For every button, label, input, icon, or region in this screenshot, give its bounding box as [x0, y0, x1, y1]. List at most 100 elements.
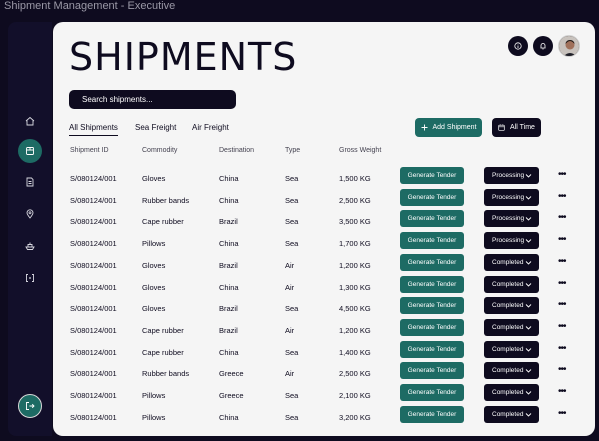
tab-all-shipments[interactable]: All Shipments — [69, 123, 118, 136]
time-filter-label: All Time — [510, 124, 535, 131]
cell-weight: 1,300 KG — [339, 282, 371, 292]
table-row: S/080124/001 Pillows China Sea 3,200 KG … — [53, 405, 595, 428]
cell-weight: 3,200 KG — [339, 412, 371, 422]
status-dropdown[interactable]: Processing — [484, 188, 539, 206]
status-dropdown[interactable]: Processing — [484, 167, 539, 184]
status-dropdown[interactable]: Completed — [484, 362, 539, 380]
status-label: Completed — [492, 345, 524, 353]
status-dropdown[interactable]: Completed — [484, 340, 539, 358]
sidebar-item-shipments[interactable] — [18, 139, 42, 163]
status-label: Completed — [492, 258, 524, 266]
cell-type: Air — [285, 260, 295, 270]
cell-shipment-id: S/080124/001 — [70, 282, 117, 292]
cell-destination: Brazil — [219, 260, 238, 270]
status-label: Completed — [492, 323, 524, 331]
table-row: S/080124/001 Gloves Brazil Sea 4,500 KG … — [53, 297, 595, 319]
chevron-down-icon — [525, 304, 532, 308]
column-header-weight: Gross Weight — [339, 147, 382, 154]
generate-tender-button[interactable]: Generate Tender — [400, 405, 464, 423]
generate-tender-button[interactable]: Generate Tender — [400, 188, 464, 206]
status-dropdown[interactable]: Processing — [484, 210, 539, 228]
cell-shipment-id: S/080124/001 — [70, 347, 117, 357]
cell-type: Sea — [285, 304, 299, 314]
status-dropdown[interactable]: Completed — [484, 318, 539, 336]
more-options-button[interactable]: ••• — [558, 235, 566, 245]
table-row: S/080124/001 Pillows China Sea 1,700 KG … — [53, 232, 595, 254]
status-dropdown[interactable]: Completed — [484, 384, 539, 401]
user-avatar[interactable] — [558, 35, 580, 57]
cell-weight: 3,500 KG — [339, 217, 371, 227]
chevron-down-icon — [525, 174, 532, 178]
sidebar-item-ships[interactable] — [20, 236, 40, 256]
status-label: Completed — [492, 389, 524, 396]
status-dropdown[interactable]: Completed — [484, 253, 539, 271]
more-options-button[interactable]: ••• — [558, 387, 566, 397]
cell-commodity: Gloves — [142, 174, 166, 183]
tab-air-freight[interactable]: Air Freight — [192, 123, 229, 133]
cell-shipment-id: S/080124/001 — [70, 412, 117, 422]
cell-shipment-id: S/080124/001 — [70, 239, 117, 249]
generate-tender-button[interactable]: Generate Tender — [400, 318, 464, 336]
sidebar-item-home[interactable] — [20, 111, 40, 131]
logout-button[interactable] — [18, 394, 42, 418]
status-dropdown[interactable]: Completed — [484, 405, 539, 423]
cell-commodity: Rubber bands — [142, 369, 190, 379]
cell-commodity: Pillows — [142, 239, 166, 249]
generate-tender-button[interactable]: Generate Tender — [400, 210, 464, 228]
cell-type: Sea — [285, 174, 299, 183]
avatar-portrait — [559, 36, 579, 56]
bell-icon — [540, 43, 546, 50]
more-options-button[interactable]: ••• — [558, 300, 566, 310]
more-options-button[interactable]: ••• — [558, 191, 566, 202]
status-dropdown[interactable]: Processing — [484, 232, 539, 250]
cell-commodity: Gloves — [142, 304, 166, 314]
status-label: Processing — [492, 215, 525, 223]
cell-type: Sea — [285, 239, 299, 249]
cell-destination: Greece — [219, 391, 244, 400]
sidebar-item-documents[interactable] — [20, 172, 40, 192]
scan-icon — [26, 274, 34, 282]
sidebar-item-locations[interactable] — [20, 204, 40, 224]
table-row: S/080124/001 Pillows Greece Sea 2,100 KG… — [53, 384, 595, 406]
sidebar-item-scan[interactable] — [20, 268, 40, 288]
status-label: Processing — [492, 172, 525, 179]
logout-icon — [26, 402, 35, 410]
generate-tender-button[interactable]: Generate Tender — [400, 362, 464, 380]
search-input[interactable] — [69, 90, 236, 109]
time-filter-button[interactable]: All Time — [492, 118, 541, 137]
more-options-button[interactable]: ••• — [558, 408, 566, 419]
tab-sea-freight[interactable]: Sea Freight — [135, 123, 176, 133]
cell-destination: China — [219, 239, 239, 249]
generate-tender-button[interactable]: Generate Tender — [400, 253, 464, 271]
notifications-button[interactable] — [533, 36, 553, 56]
chevron-down-icon — [525, 195, 532, 200]
generate-tender-button[interactable]: Generate Tender — [400, 275, 464, 293]
status-label: Completed — [492, 410, 524, 418]
more-options-button[interactable]: ••• — [558, 365, 566, 375]
more-options-button[interactable]: ••• — [558, 343, 566, 354]
cell-commodity: Cape rubber — [142, 347, 184, 357]
generate-tender-button[interactable]: Generate Tender — [400, 297, 464, 315]
cell-destination: Greece — [219, 369, 244, 379]
generate-tender-button[interactable]: Generate Tender — [400, 340, 464, 358]
generate-tender-button[interactable]: Generate Tender — [400, 232, 464, 250]
cell-type: Sea — [285, 217, 299, 227]
add-shipment-button[interactable]: Add Shipment — [415, 118, 482, 137]
more-options-button[interactable]: ••• — [558, 321, 566, 332]
more-options-button[interactable]: ••• — [558, 278, 566, 289]
status-dropdown[interactable]: Completed — [484, 297, 539, 315]
chevron-down-icon — [525, 282, 532, 287]
cell-destination: China — [219, 282, 239, 292]
generate-tender-button[interactable]: Generate Tender — [400, 167, 464, 184]
generate-tender-button[interactable]: Generate Tender — [400, 384, 464, 401]
more-options-button[interactable]: ••• — [558, 256, 566, 267]
cell-shipment-id: S/080124/001 — [70, 369, 117, 379]
cell-commodity: Rubber bands — [142, 195, 190, 205]
more-options-button[interactable]: ••• — [558, 170, 566, 180]
more-options-button[interactable]: ••• — [558, 213, 566, 223]
status-dropdown[interactable]: Completed — [484, 275, 539, 293]
table-row: S/080124/001 Gloves China Air 1,300 KG G… — [53, 275, 595, 298]
table-row: S/080124/001 Rubber bands Greece Air 2,5… — [53, 362, 595, 384]
cell-weight: 1,500 KG — [339, 174, 371, 183]
info-button[interactable] — [508, 36, 528, 56]
